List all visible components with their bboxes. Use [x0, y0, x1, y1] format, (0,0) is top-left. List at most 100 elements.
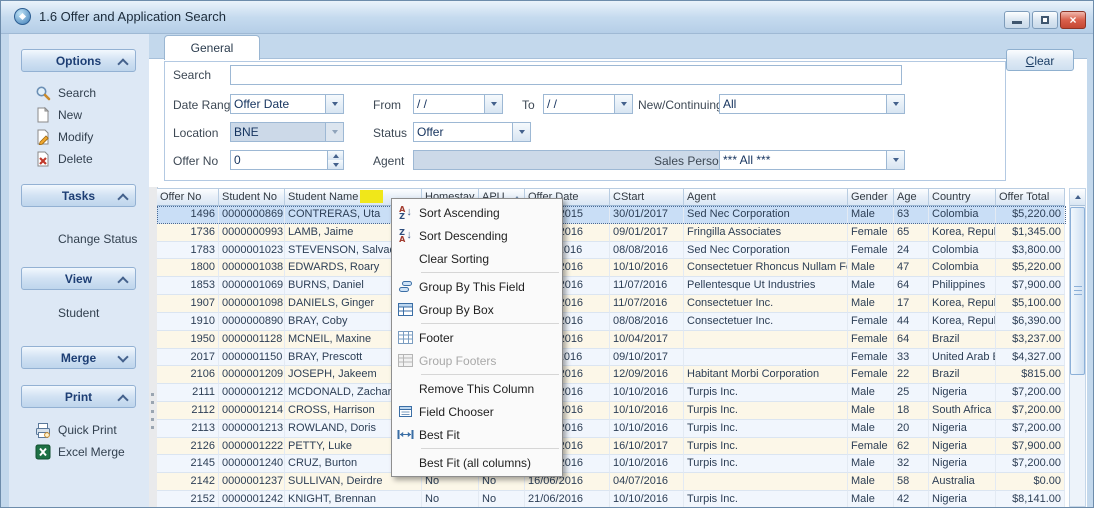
cell-gender[interactable]: Female — [848, 242, 894, 260]
table-row[interactable]: 21450000001240CRUZ, Burton13/06/201610/1… — [157, 455, 1066, 473]
cell-age[interactable]: 20 — [894, 420, 929, 438]
cell-offer-no[interactable]: 1783 — [157, 242, 219, 260]
cell-student-no[interactable]: 0000001128 — [219, 331, 285, 349]
menu-item-best-fit-all-columns[interactable]: Best Fit (all columns) — [392, 451, 562, 474]
column-header-offer-total[interactable]: Offer Total — [996, 188, 1065, 206]
search-input[interactable] — [230, 65, 902, 85]
cell-agent[interactable] — [684, 349, 848, 367]
cell-student-no[interactable]: 0000001069 — [219, 277, 285, 295]
cell-cstart[interactable]: 11/07/2016 — [610, 295, 684, 313]
cell-offer-no[interactable]: 2113 — [157, 420, 219, 438]
cell-cstart[interactable]: 10/10/2016 — [610, 420, 684, 438]
cell-offer-date[interactable]: 21/06/2016 — [525, 491, 610, 508]
cell-student-no[interactable]: 0000001098 — [219, 295, 285, 313]
cell-country[interactable]: Colombia — [929, 206, 996, 224]
cell-agent[interactable] — [684, 331, 848, 349]
cell-country[interactable]: Brazil — [929, 331, 996, 349]
sidebar-item-modify[interactable]: Modify — [9, 126, 149, 148]
table-row[interactable]: 14960000000869CONTRERAS, Uta16/10/201530… — [157, 206, 1066, 224]
table-row[interactable]: 21060000001209JOSEPH, Jakeem01/06/201612… — [157, 366, 1066, 384]
sidebar-item-student[interactable]: Student — [9, 302, 149, 324]
cell-country[interactable]: Korea, Republic — [929, 224, 996, 242]
cell-age[interactable]: 17 — [894, 295, 929, 313]
table-row[interactable]: 21110000001212MCDONALD, Zachary06/06/201… — [157, 384, 1066, 402]
cell-country[interactable]: Nigeria — [929, 455, 996, 473]
cell-country[interactable]: Korea, Republic — [929, 313, 996, 331]
cell-offer-no[interactable]: 1736 — [157, 224, 219, 242]
cell-offer-no[interactable]: 2152 — [157, 491, 219, 508]
cell-age[interactable]: 25 — [894, 384, 929, 402]
minimize-button[interactable] — [1004, 11, 1030, 29]
table-row[interactable]: 17360000000993LAMB, Jaime04/01/201609/01… — [157, 224, 1066, 242]
cell-age[interactable]: 32 — [894, 455, 929, 473]
cell-agent[interactable]: Consectetuer Inc. — [684, 313, 848, 331]
date-range-select[interactable]: Offer Date — [230, 94, 344, 114]
cell-country[interactable]: South Africa — [929, 402, 996, 420]
cell-offer-total[interactable]: $7,200.00 — [996, 402, 1065, 420]
cell-age[interactable]: 44 — [894, 313, 929, 331]
cell-cstart[interactable]: 04/07/2016 — [610, 473, 684, 491]
cell-age[interactable]: 64 — [894, 331, 929, 349]
spinner-buttons[interactable] — [327, 151, 343, 169]
cell-cstart[interactable]: 10/10/2016 — [610, 402, 684, 420]
status-select[interactable]: Offer — [413, 122, 531, 142]
cell-agent[interactable]: Sed Nec Corporation — [684, 242, 848, 260]
cell-student-no[interactable]: 0000001240 — [219, 455, 285, 473]
cell-gender[interactable]: Male — [848, 473, 894, 491]
table-row[interactable]: 20170000001150BRAY, Prescott11/04/201609… — [157, 349, 1066, 367]
menu-item-footer[interactable]: Footer — [392, 326, 562, 349]
cell-offer-no[interactable]: 2112 — [157, 402, 219, 420]
cell-offer-no[interactable]: 2126 — [157, 438, 219, 456]
cell-offer-total[interactable]: $815.00 — [996, 366, 1065, 384]
menu-item-sort-descending[interactable]: ZA↓Sort Descending — [392, 224, 562, 247]
cell-gender[interactable]: Female — [848, 438, 894, 456]
cell-country[interactable]: Australia — [929, 473, 996, 491]
cell-age[interactable]: 58 — [894, 473, 929, 491]
sidebar-item-new[interactable]: New — [9, 104, 149, 126]
cell-offer-total[interactable]: $7,200.00 — [996, 420, 1065, 438]
cell-gender[interactable]: Female — [848, 331, 894, 349]
cell-agent[interactable]: Turpis Inc. — [684, 402, 848, 420]
cell-gender[interactable]: Male — [848, 402, 894, 420]
cell-age[interactable]: 33 — [894, 349, 929, 367]
cell-offer-no[interactable]: 1853 — [157, 277, 219, 295]
table-row[interactable]: 19100000000890BRAY, Coby14/03/201608/08/… — [157, 313, 1066, 331]
to-date-select[interactable]: / / — [543, 94, 633, 114]
clear-button[interactable]: Clear — [1006, 49, 1074, 71]
table-row[interactable]: 18000000001038EDWARDS, Roary18/01/201610… — [157, 259, 1066, 277]
sales-person-select[interactable]: *** All *** — [719, 150, 905, 170]
cell-student-no[interactable]: 0000001213 — [219, 420, 285, 438]
cell-apu[interactable]: No — [479, 491, 525, 508]
cell-cstart[interactable]: 10/10/2016 — [610, 384, 684, 402]
cell-agent[interactable]: Habitant Morbi Corporation — [684, 366, 848, 384]
cell-student-no[interactable]: 0000001222 — [219, 438, 285, 456]
chevron-down-icon[interactable] — [512, 123, 530, 141]
table-row[interactable]: 17830000001023STEVENSON, Salvador11/01/2… — [157, 242, 1066, 260]
sidebar-item-search[interactable]: Search — [9, 82, 149, 104]
cell-cstart[interactable]: 08/08/2016 — [610, 242, 684, 260]
cell-age[interactable]: 42 — [894, 491, 929, 508]
cell-country[interactable]: Brazil — [929, 366, 996, 384]
chevron-down-icon[interactable] — [484, 95, 502, 113]
menu-item-best-fit[interactable]: Best Fit — [392, 423, 562, 446]
cell-age[interactable]: 18 — [894, 402, 929, 420]
cell-age[interactable]: 22 — [894, 366, 929, 384]
cell-agent[interactable]: Fringilla Associates — [684, 224, 848, 242]
cell-age[interactable]: 65 — [894, 224, 929, 242]
cell-offer-no[interactable]: 1910 — [157, 313, 219, 331]
table-row[interactable]: 21520000001242KNIGHT, BrennanNoNo21/06/2… — [157, 491, 1066, 508]
cell-offer-total[interactable]: $1,345.00 — [996, 224, 1065, 242]
cell-country[interactable]: Nigeria — [929, 438, 996, 456]
table-row[interactable]: 18530000001069BURNS, Daniel08/02/201611/… — [157, 277, 1066, 295]
cell-cstart[interactable]: 16/10/2017 — [610, 438, 684, 456]
column-header-student-no[interactable]: Student No — [219, 188, 285, 206]
menu-item-group-by-this-field[interactable]: Group By This Field — [392, 275, 562, 298]
cell-offer-total[interactable]: $8,141.00 — [996, 491, 1065, 508]
cell-gender[interactable]: Male — [848, 491, 894, 508]
cell-country[interactable]: Nigeria — [929, 384, 996, 402]
cell-offer-total[interactable]: $4,327.00 — [996, 349, 1065, 367]
column-header-country[interactable]: Country — [929, 188, 996, 206]
cell-agent[interactable]: Turpis Inc. — [684, 438, 848, 456]
column-header-agent[interactable]: Agent — [684, 188, 848, 206]
column-header-cstart[interactable]: CStart — [610, 188, 684, 206]
